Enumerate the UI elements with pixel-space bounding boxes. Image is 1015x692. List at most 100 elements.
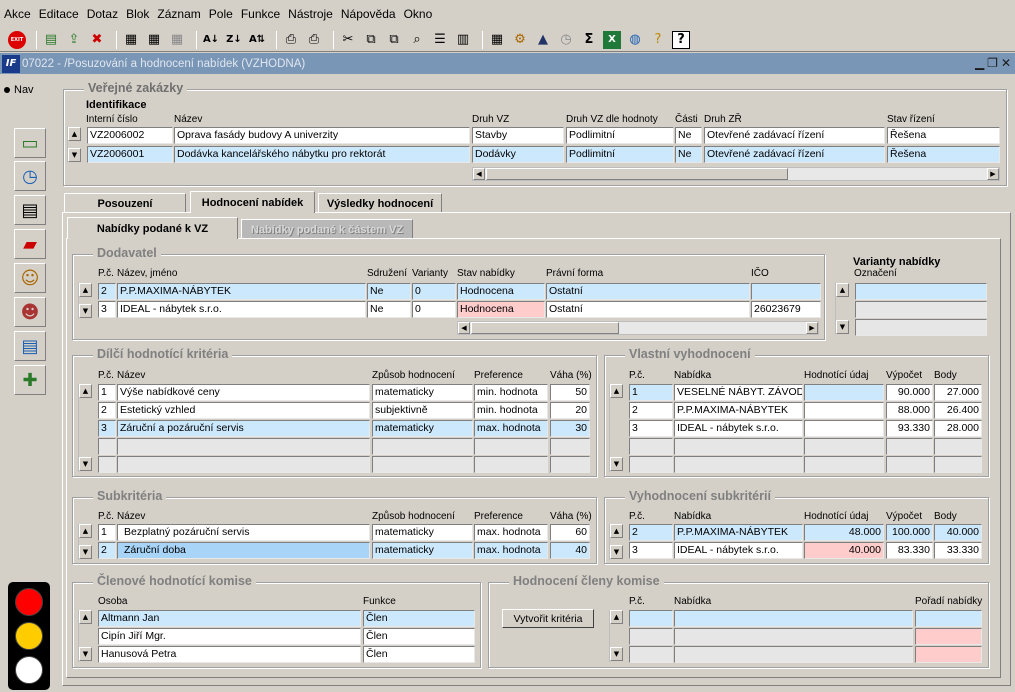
menu-napoveda[interactable]: Nápověda (341, 7, 396, 21)
hodnclen-cell[interactable] (674, 610, 913, 627)
insert-record-icon[interactable]: ▤ (42, 31, 60, 49)
sort-asc-icon[interactable]: A↓ (202, 31, 220, 49)
vlastni-cell[interactable]: VESELNÉ NÁBYT. ZÁVOD (674, 384, 803, 401)
vyhsub-cell[interactable]: IDEAL - nábytek s.r.o. (674, 542, 803, 559)
dod-cell[interactable]: Hodnocena (457, 283, 545, 300)
vlastni-empty-cell[interactable] (629, 438, 673, 455)
vz-cell[interactable]: Otevřené zadávací řízení (704, 127, 885, 144)
krit-empty-cell[interactable] (550, 438, 590, 455)
print-setup-icon[interactable]: ⎙ (305, 31, 323, 49)
vz-cell[interactable]: Ne (675, 146, 702, 163)
subkrit-cell[interactable]: max. hodnota (474, 542, 548, 559)
hodnclen-cell[interactable] (674, 646, 913, 663)
document-icon[interactable]: ▤ (14, 331, 46, 361)
scroll-up-icon[interactable]: ▲ (79, 610, 92, 624)
vlastni-empty-cell[interactable] (674, 438, 803, 455)
scroll-left-icon[interactable]: ◀ (473, 168, 485, 180)
subtab-nabidky-vz[interactable]: Nabídky podané k VZ (67, 217, 238, 239)
clock-side-icon[interactable]: ◷ (14, 161, 46, 191)
list-icon[interactable]: ☰ (431, 31, 449, 49)
query-cancel-icon[interactable]: ▦ (168, 31, 186, 49)
paste-icon[interactable]: ⧉ (385, 31, 403, 49)
dod-cell[interactable]: Ostatní (546, 283, 750, 300)
varianty-scrollbar[interactable]: ▲ ▼ (835, 283, 849, 335)
krit-cell[interactable]: Záruční a pozáruční servis (117, 420, 370, 437)
krit-cell[interactable]: 1 (98, 384, 116, 401)
vz-cell[interactable]: Podlimitní (566, 127, 674, 144)
dod-cell[interactable]: 0 (412, 301, 456, 318)
add-document-icon[interactable]: ✚ (14, 365, 46, 395)
print-icon[interactable]: ⎙ (282, 31, 300, 49)
vz-cell[interactable]: Dodávka kancelářského nábytku pro rektor… (174, 146, 470, 163)
vz-cell[interactable]: VZ2006001 (87, 146, 173, 163)
kriteria-scrollbar[interactable]: ▲ ▼ (78, 384, 92, 472)
tab-posouzeni[interactable]: Posouzení (64, 193, 186, 213)
help-icon[interactable]: ? (672, 30, 690, 49)
query-execute-icon[interactable]: ▦ (145, 31, 163, 49)
krit-empty-cell[interactable] (98, 438, 116, 455)
scroll-left-icon[interactable]: ◀ (458, 322, 470, 334)
krit-empty-cell[interactable] (98, 456, 116, 473)
vlastni-cell[interactable] (804, 402, 884, 419)
krit-cell[interactable]: matematicky (372, 384, 473, 401)
krit-cell[interactable]: matematicky (372, 420, 473, 437)
nav-radio[interactable]: Nav (4, 84, 34, 96)
clen-cell[interactable]: Člen (363, 628, 475, 645)
krit-empty-cell[interactable] (117, 438, 370, 455)
tab-hodnoceni-nabidek[interactable]: Hodnocení nabídek (190, 191, 315, 213)
vyhsub-cell[interactable]: P.P.MAXIMA-NÁBYTEK (674, 524, 803, 541)
delete-record-icon[interactable]: ✖ (88, 31, 106, 49)
vlastni-scrollbar[interactable]: ▲ ▼ (609, 384, 623, 472)
dod-cell[interactable]: Hodnocena (457, 301, 545, 318)
scroll-down-icon[interactable]: ▼ (610, 545, 623, 559)
scroll-up-icon[interactable]: ▲ (610, 524, 623, 538)
scroll-right-icon[interactable]: ▶ (806, 322, 818, 334)
dod-cell[interactable]: Ne (367, 301, 411, 318)
scroll-thumb[interactable] (486, 168, 788, 180)
menu-editace[interactable]: Editace (39, 7, 79, 21)
krit-empty-cell[interactable] (474, 438, 548, 455)
vlastni-cell[interactable]: 93.330 (886, 420, 933, 437)
triangle-icon[interactable]: ▲ (534, 31, 552, 49)
krit-cell[interactable]: subjektivně (372, 402, 473, 419)
vlastni-empty-cell[interactable] (886, 456, 933, 473)
dod-cell[interactable] (751, 283, 821, 300)
vz-cell[interactable]: Ne (675, 127, 702, 144)
vyhsub-cell[interactable]: 40.000 (804, 542, 884, 559)
subtab-nabidky-casti[interactable]: Nabídky podané k částem VZ (241, 219, 413, 239)
scroll-up-icon[interactable]: ▲ (836, 283, 849, 297)
money-icon[interactable]: ▭ (14, 128, 46, 158)
dodavatel-hscrollbar[interactable]: ◀ ▶ (457, 321, 819, 335)
scroll-up-icon[interactable]: ▲ (68, 127, 81, 141)
subkrit-cell[interactable]: matematicky (372, 524, 473, 541)
vz-cell[interactable]: Dodávky (472, 146, 564, 163)
hodnclen-cell[interactable] (629, 646, 673, 663)
krit-cell[interactable]: min. hodnota (474, 384, 548, 401)
cut-icon[interactable]: ✂ (339, 31, 357, 49)
vyhsub-cell[interactable]: 40.000 (934, 524, 982, 541)
vyhsub-cell[interactable]: 3 (629, 542, 673, 559)
scroll-down-icon[interactable]: ▼ (610, 647, 623, 661)
menu-nastroje[interactable]: Nástroje (288, 7, 333, 21)
vlastni-empty-cell[interactable] (674, 456, 803, 473)
sort-multi-icon[interactable]: A⇅ (248, 31, 266, 49)
menu-dotaz[interactable]: Dotaz (87, 7, 118, 21)
vyhsub-cell[interactable]: 100.000 (886, 524, 933, 541)
vlastni-cell[interactable]: 88.000 (886, 402, 933, 419)
subkrit-cell[interactable]: matematicky (372, 542, 473, 559)
vz-cell[interactable]: Řešena (887, 127, 1000, 144)
menu-funkce[interactable]: Funkce (241, 7, 280, 21)
varianta-cell[interactable] (855, 319, 987, 336)
vyhsub-cell[interactable]: 33.330 (934, 542, 982, 559)
hodnclen-cell[interactable] (915, 628, 982, 645)
varianta-cell[interactable] (855, 301, 987, 318)
dod-cell[interactable]: 2 (98, 283, 116, 300)
vyhsub-scrollbar[interactable]: ▲ ▼ (609, 524, 623, 560)
minimize-icon[interactable]: ▁ (975, 56, 984, 70)
subkrit-cell[interactable]: Záruční doba (117, 542, 370, 559)
globe-icon[interactable]: ◍ (626, 31, 644, 49)
scroll-down-icon[interactable]: ▼ (610, 457, 623, 471)
key-help-icon[interactable]: ? (649, 31, 667, 49)
vytvorit-kriteria-button[interactable]: Vytvořit kritéria (502, 609, 594, 628)
subkrit-cell[interactable]: 2 (98, 542, 116, 559)
